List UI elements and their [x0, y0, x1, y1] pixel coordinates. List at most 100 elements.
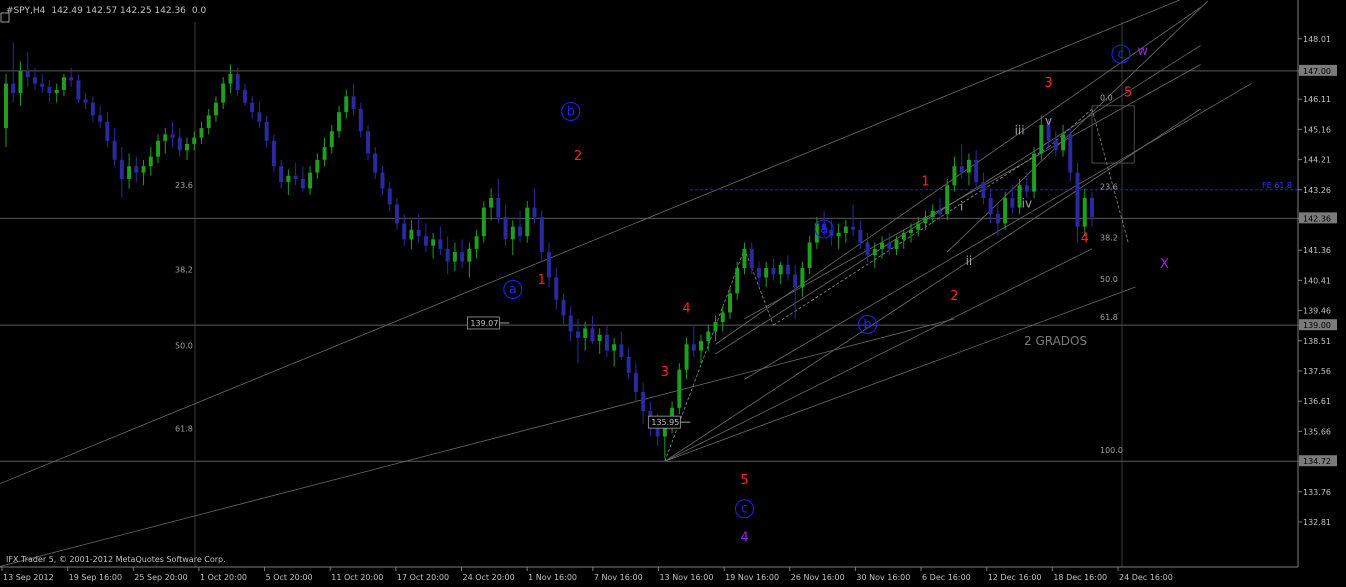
price-chart[interactable]: FE 61.823.638.250.061.80.023.638.250.061…	[0, 0, 1346, 587]
candle-105	[764, 261, 769, 288]
candle-83	[604, 325, 609, 357]
candle-29	[213, 96, 218, 122]
candle-13	[98, 105, 103, 129]
candle-body-76	[554, 277, 559, 300]
candle-body-37	[271, 140, 276, 167]
candle-14	[105, 112, 110, 148]
candle-body-62	[452, 252, 457, 262]
candle-body-133	[966, 159, 971, 173]
candle-117	[851, 204, 856, 237]
candle-body-107	[778, 264, 783, 275]
candle-body-43	[315, 159, 320, 173]
candle-21	[156, 134, 161, 164]
wave-text-18: X	[1160, 257, 1169, 272]
price-tick-14: 135.66	[1303, 427, 1331, 436]
candle-106	[771, 258, 776, 281]
candle-body-103	[749, 248, 754, 268]
time-tick-2: 25 Sep 20:00	[134, 573, 187, 582]
candle-body-23	[170, 134, 175, 138]
candle-43	[315, 153, 320, 179]
candle-37	[271, 134, 276, 173]
candle-body-69	[503, 217, 508, 240]
candle-body-60	[438, 239, 443, 249]
fe-61-8-label: FE 61.8	[1262, 181, 1292, 190]
wave-text-22: iv	[1022, 197, 1032, 211]
candle-76	[554, 267, 559, 310]
candle-body-98	[713, 322, 718, 332]
candle-body-143	[1039, 124, 1044, 154]
wave-label-purple-17: w	[1137, 44, 1148, 59]
candle-22	[163, 128, 168, 154]
candle-body-104	[756, 267, 761, 278]
candle-body-35	[257, 112, 262, 122]
candle-body-111	[807, 242, 812, 268]
candle-126	[916, 217, 921, 237]
candle-body-101	[735, 267, 740, 294]
candle-body-65	[474, 236, 479, 249]
candle-body-42	[308, 172, 313, 189]
wave-text-13: a	[820, 222, 828, 237]
wave-label-gray-19: i	[960, 200, 963, 214]
candle-86	[626, 347, 631, 380]
candle-body-0	[4, 83, 8, 129]
price-tick-9: 139.46	[1303, 307, 1331, 316]
candle-body-26	[192, 137, 197, 144]
candle-body-44	[322, 147, 327, 160]
candle-body-86	[626, 356, 631, 373]
wave-text-17: w	[1137, 44, 1148, 59]
time-tick-10: 13 Nov 16:00	[659, 573, 713, 582]
candle-body-59	[431, 239, 436, 246]
candle-body-64	[467, 248, 472, 262]
candle-150	[1090, 191, 1094, 227]
candle-body-87	[633, 372, 638, 392]
fibo-right-38.2: 38.2	[1100, 234, 1118, 243]
candle-body-141	[1024, 185, 1029, 192]
candle-body-110	[800, 267, 805, 288]
fibo-right-61.8: 61.8	[1100, 313, 1118, 322]
wave-label-purple-18: X	[1160, 257, 1169, 272]
candle-body-58	[423, 236, 428, 246]
candle-78	[568, 306, 573, 342]
candle-body-7	[54, 89, 59, 94]
candle-16	[119, 147, 124, 199]
candle-body-130	[945, 185, 950, 214]
candle-17	[127, 153, 132, 189]
candle-body-13	[98, 115, 103, 122]
candle-33	[242, 83, 247, 106]
wave-text-3: 4	[682, 301, 690, 316]
price-tick-8: 140.41	[1303, 276, 1331, 285]
wave-text-7: 3	[1044, 76, 1052, 91]
candle-body-142	[1032, 153, 1037, 192]
price-tick-11: 138.51	[1303, 337, 1331, 346]
candle-54	[394, 198, 399, 230]
wave-text-20: ii	[966, 254, 973, 268]
price-box-text-0: 139.07	[470, 319, 498, 328]
candle-body-24	[177, 137, 182, 151]
candle-35	[257, 102, 262, 129]
candle-body-106	[771, 267, 776, 275]
candle-body-3	[25, 70, 30, 78]
wave-label-red-4: 5	[740, 473, 748, 488]
candle-30	[221, 77, 226, 110]
candle-body-146	[1061, 134, 1066, 151]
wave-text-5: 1	[921, 174, 929, 189]
candle-5	[40, 74, 45, 94]
candle-68	[496, 178, 501, 224]
candle-body-147	[1068, 134, 1073, 173]
wave-text-0: 1	[538, 273, 546, 288]
price-tick-6: 142.36	[1303, 214, 1331, 223]
candle-body-49	[358, 109, 363, 132]
candle-149	[1082, 188, 1087, 237]
wave-label-red-3: 4	[682, 301, 690, 316]
candle-34	[250, 96, 255, 119]
candle-body-75	[547, 252, 551, 278]
candle-body-80	[583, 328, 588, 338]
candle-40	[293, 163, 298, 186]
time-tick-0: 13 Sep 2012	[3, 573, 54, 582]
price-tick-15: 134.72	[1303, 457, 1331, 466]
candle-body-93	[677, 369, 682, 408]
candle-128	[930, 204, 935, 224]
candle-36	[264, 115, 269, 148]
candle-body-10	[76, 80, 81, 100]
candle-10	[76, 74, 81, 103]
